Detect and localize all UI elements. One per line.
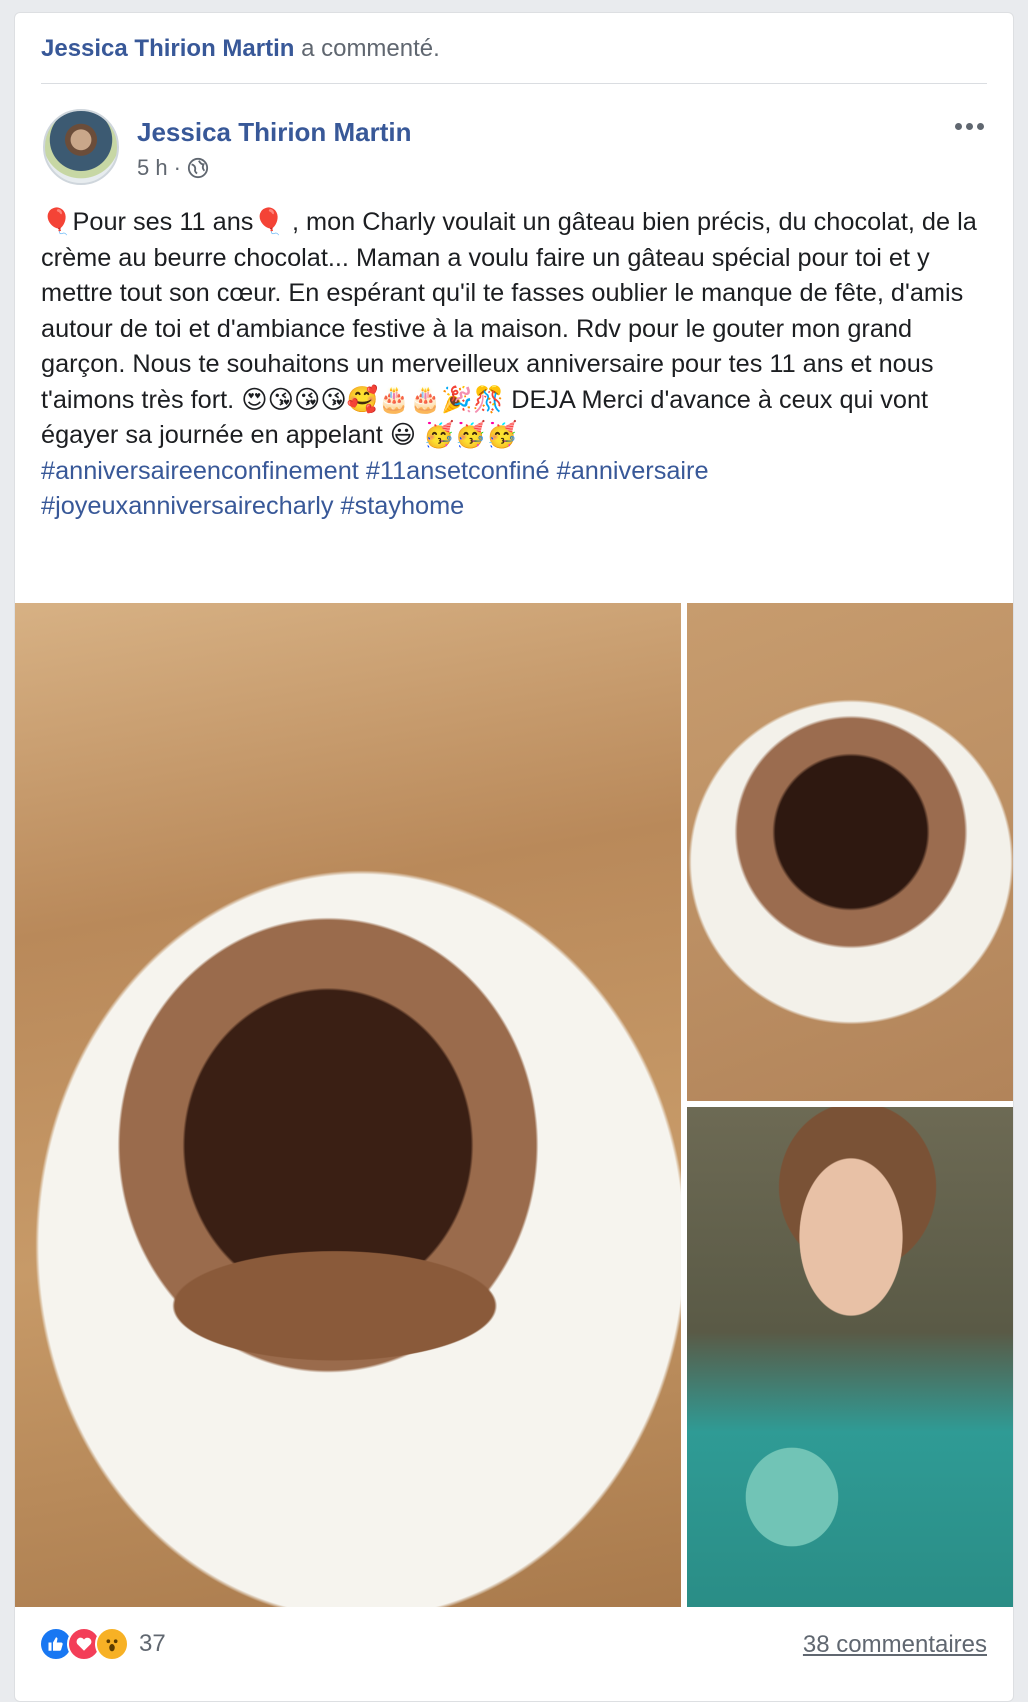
post-body: 🎈Pour ses 11 ans🎈 , mon Charly voulait u… bbox=[41, 205, 991, 525]
avatar[interactable] bbox=[43, 109, 119, 185]
activity-action: a commenté. bbox=[301, 35, 440, 62]
photo-gallery bbox=[15, 603, 1013, 1607]
photo-cake-top-view[interactable] bbox=[687, 603, 1013, 1101]
activity-actor-link[interactable]: Jessica Thirion Martin bbox=[41, 35, 294, 62]
activity-header: Jessica Thirion Martin a commenté. bbox=[15, 13, 1013, 83]
meta-separator: · bbox=[173, 155, 181, 180]
reaction-count: 37 bbox=[139, 1630, 166, 1657]
wow-icon bbox=[95, 1627, 129, 1661]
reactions-summary[interactable]: 37 bbox=[39, 1627, 166, 1661]
post-footer: 37 38 commentaires bbox=[15, 1607, 1013, 1701]
post-meta: 5 h · bbox=[137, 155, 209, 181]
post-timestamp[interactable]: 5 h bbox=[137, 155, 168, 181]
post-message: 🎈Pour ses 11 ans🎈 , mon Charly voulait u… bbox=[41, 208, 977, 449]
post-hashtags[interactable]: #anniversaireenconfinement #11ansetconfi… bbox=[41, 457, 709, 521]
author-name-link[interactable]: Jessica Thirion Martin bbox=[137, 117, 412, 148]
photo-boy-with-card[interactable] bbox=[687, 1107, 1013, 1607]
dot bbox=[965, 122, 973, 130]
divider bbox=[41, 83, 987, 84]
photo-cake-main[interactable] bbox=[15, 603, 681, 1607]
post-card: Jessica Thirion Martin a commenté. Jessi… bbox=[14, 12, 1014, 1702]
dot bbox=[976, 122, 984, 130]
dot bbox=[954, 122, 962, 130]
globe-icon[interactable] bbox=[187, 157, 209, 179]
more-options-icon[interactable] bbox=[951, 117, 987, 135]
comments-count-link[interactable]: 38 commentaires bbox=[803, 1631, 987, 1659]
